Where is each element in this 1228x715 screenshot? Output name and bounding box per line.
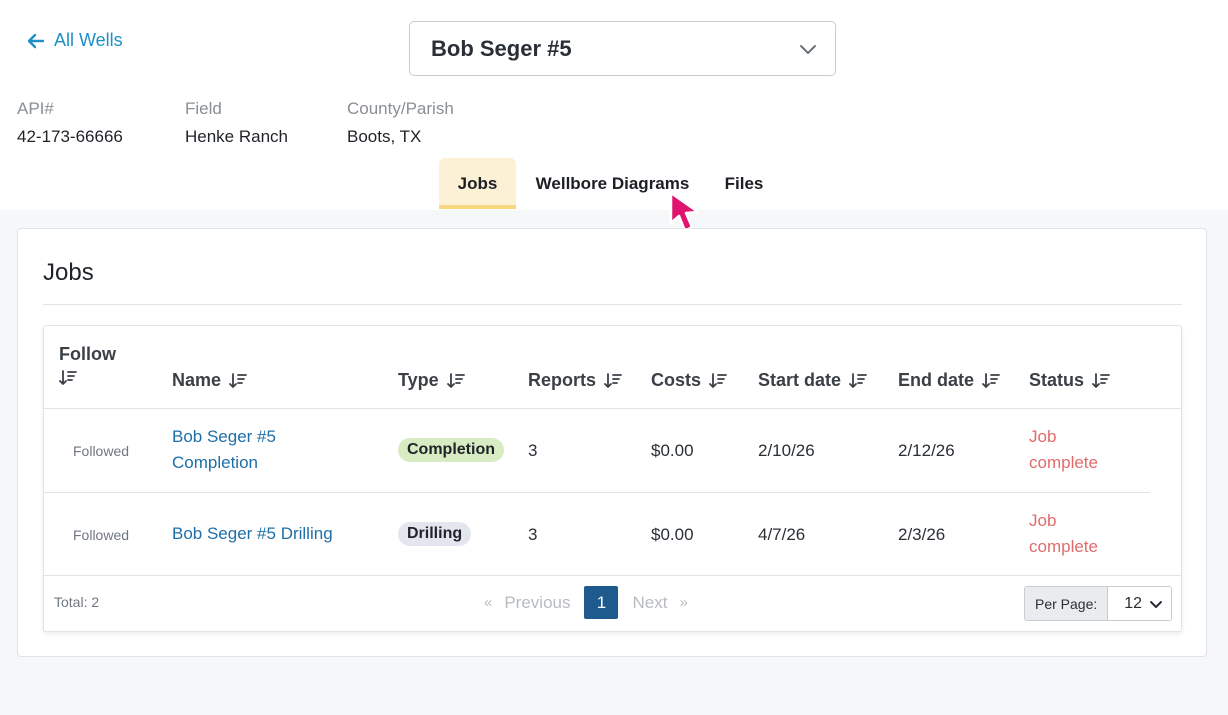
- col-costs[interactable]: Costs: [651, 370, 727, 391]
- per-page-value: 12: [1124, 594, 1143, 612]
- col-end-label: End date: [898, 370, 975, 390]
- job-name-line: Bob Seger #5: [172, 427, 276, 446]
- col-status[interactable]: Status: [1029, 370, 1110, 391]
- total-count: Total: 2: [54, 594, 100, 610]
- row-divider: [44, 492, 1150, 493]
- col-type-label: Type: [398, 370, 439, 390]
- per-page-control: Per Page: 12: [1024, 586, 1173, 621]
- pagination: « Previous 1 Next »: [484, 586, 688, 619]
- api-info: API# 42-173-66666: [17, 99, 123, 147]
- well-selector-value: Bob Seger #5: [431, 35, 572, 61]
- sort-icon: [1092, 372, 1110, 388]
- jobs-table: Follow Name Type Reports Costs Start dat…: [43, 325, 1182, 632]
- follow-status[interactable]: Followed: [73, 443, 129, 459]
- title-divider: [43, 304, 1182, 305]
- status-line: complete: [1029, 453, 1098, 472]
- page-1-button[interactable]: 1: [584, 586, 619, 619]
- field-value: Henke Ranch: [185, 127, 289, 146]
- all-wells-label: All Wells: [54, 30, 123, 50]
- end-date: 2/12/26: [898, 441, 955, 460]
- status-text: Job complete: [1029, 424, 1098, 476]
- header-divider: [44, 408, 1181, 409]
- job-name-link[interactable]: Bob Seger #5 Drilling: [172, 521, 333, 547]
- sort-icon: [604, 372, 622, 388]
- api-value: 42-173-66666: [17, 127, 123, 146]
- col-name-label: Name: [172, 370, 222, 390]
- per-page-label: Per Page:: [1025, 587, 1109, 620]
- col-follow-label: Follow: [59, 344, 116, 364]
- status-line: Job: [1029, 511, 1057, 530]
- job-name-line: Completion: [172, 453, 258, 472]
- end-date: 2/3/26: [898, 525, 946, 544]
- previous-page-button[interactable]: Previous: [504, 593, 570, 613]
- jobs-title: Jobs: [43, 259, 94, 286]
- prev-arrow-icon[interactable]: «: [484, 594, 492, 611]
- col-end-date[interactable]: End date: [898, 370, 1000, 391]
- start-date: 4/7/26: [758, 525, 806, 544]
- costs-value: $0.00: [651, 441, 694, 460]
- api-label: API#: [17, 99, 54, 118]
- chevron-down-icon: [1150, 600, 1163, 608]
- tab-bar: Jobs Wellbore Diagrams Files: [439, 158, 779, 209]
- col-start-label: Start date: [758, 370, 842, 390]
- col-follow[interactable]: Follow: [59, 344, 116, 387]
- col-reports[interactable]: Reports: [528, 370, 622, 391]
- well-header: All Wells Bob Seger #5 API# 42-173-66666…: [0, 0, 1228, 210]
- sort-icon: [982, 372, 1000, 388]
- costs-value: $0.00: [651, 525, 694, 544]
- status-line: complete: [1029, 537, 1098, 556]
- sort-icon: [446, 372, 465, 388]
- jobs-card: Jobs Follow Name Type Reports Costs Star…: [17, 228, 1207, 657]
- col-type[interactable]: Type: [398, 370, 465, 391]
- start-date: 2/10/26: [758, 441, 815, 460]
- well-selector[interactable]: Bob Seger #5: [409, 21, 836, 76]
- arrow-left-icon: [27, 33, 45, 48]
- sort-icon: [229, 372, 247, 388]
- type-badge: Drilling: [398, 522, 472, 546]
- col-start-date[interactable]: Start date: [758, 370, 867, 391]
- col-name[interactable]: Name: [172, 370, 247, 391]
- footer-divider: [44, 575, 1181, 576]
- job-name-link[interactable]: Bob Seger #5 Completion: [172, 424, 276, 476]
- county-label: County/Parish: [347, 99, 454, 118]
- county-info: County/Parish Boots, TX: [347, 99, 454, 147]
- field-label: Field: [185, 99, 222, 118]
- reports-count: 3: [528, 441, 538, 460]
- field-info: Field Henke Ranch: [185, 99, 288, 147]
- col-reports-label: Reports: [528, 370, 597, 390]
- county-value: Boots, TX: [347, 127, 422, 146]
- col-costs-label: Costs: [651, 370, 702, 390]
- sort-icon: [849, 372, 867, 388]
- next-page-button[interactable]: Next: [632, 593, 667, 613]
- all-wells-link[interactable]: All Wells: [26, 30, 123, 51]
- tab-jobs[interactable]: Jobs: [439, 158, 516, 209]
- col-status-label: Status: [1029, 370, 1085, 390]
- per-page-select[interactable]: 12: [1108, 587, 1172, 620]
- next-arrow-icon[interactable]: »: [679, 594, 687, 611]
- reports-count: 3: [528, 525, 538, 544]
- sort-icon: [59, 370, 77, 385]
- type-badge: Completion: [398, 438, 504, 462]
- chevron-down-icon: [800, 44, 816, 54]
- status-line: Job: [1029, 427, 1057, 446]
- sort-icon: [709, 372, 727, 388]
- tab-files[interactable]: Files: [709, 158, 779, 209]
- status-text: Job complete: [1029, 508, 1098, 560]
- follow-status[interactable]: Followed: [73, 527, 129, 543]
